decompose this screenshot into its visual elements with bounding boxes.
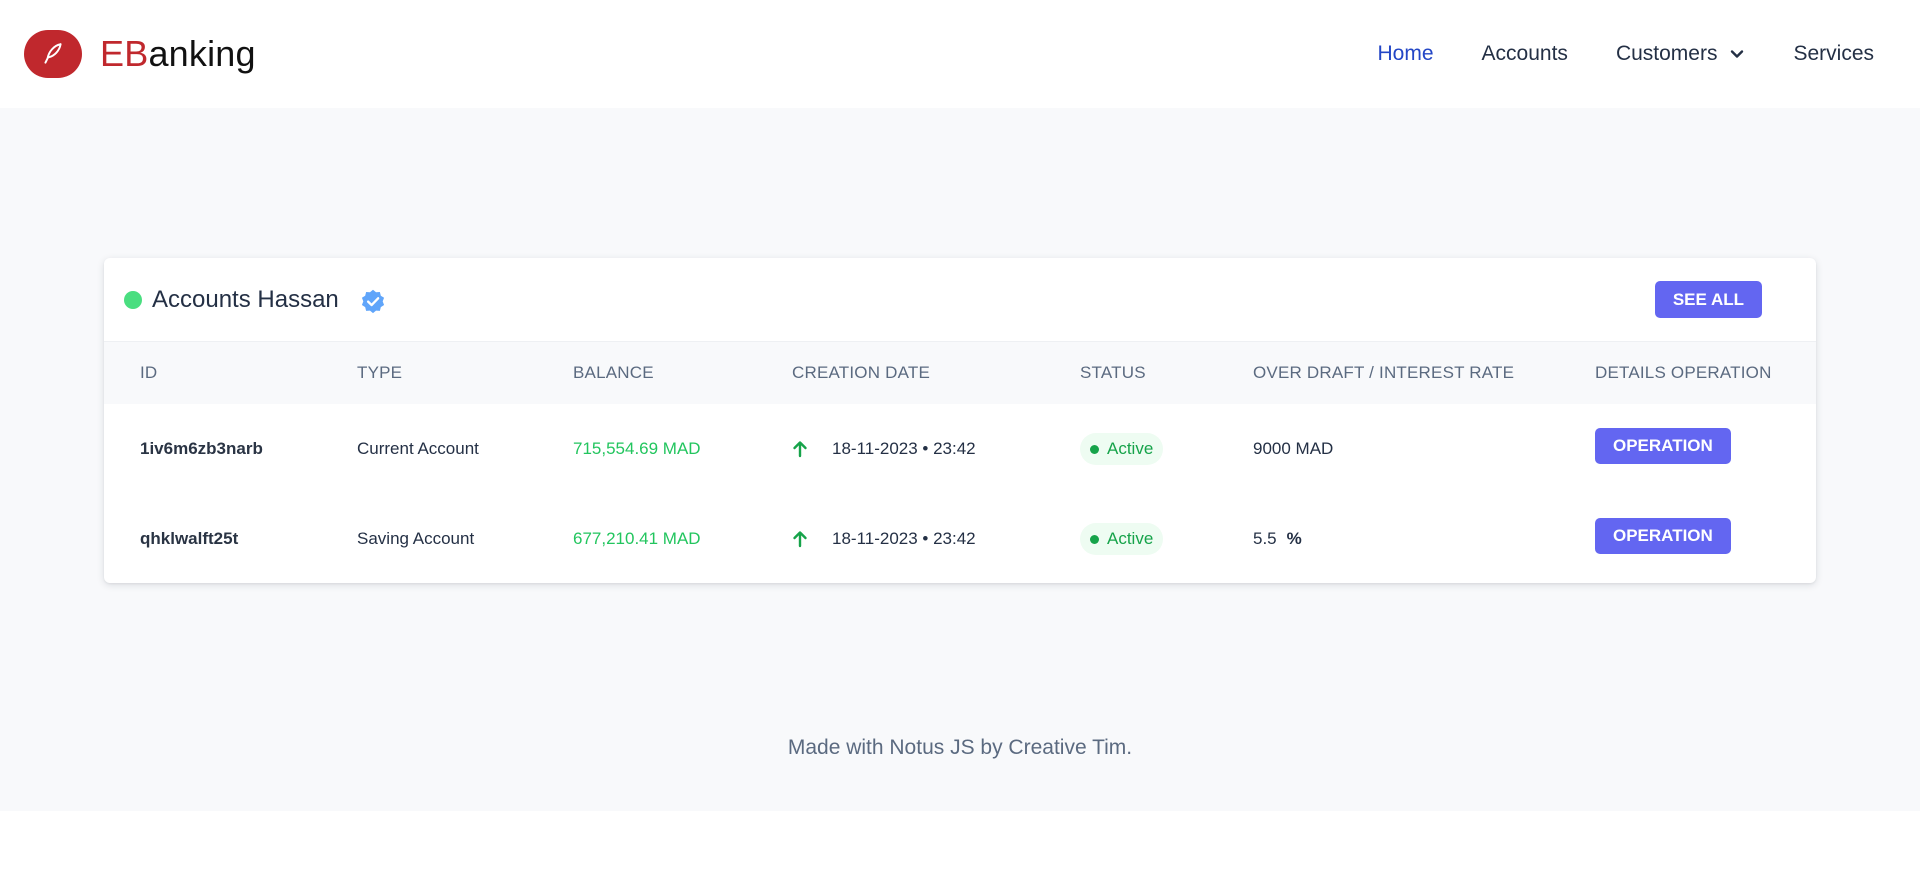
see-all-button[interactable]: SEE ALL: [1654, 281, 1762, 318]
col-header-overdraft-interest: OVER DRAFT / INTEREST RATE: [1253, 363, 1515, 382]
main-content: Accounts Hassan SEE ALL ID TYPE BALANCE …: [0, 108, 1920, 811]
details-cell: OPERATION: [1595, 404, 1816, 494]
interest-rate-unit: %: [1286, 529, 1302, 548]
creation-date: 18-11-2023 • 23:42: [832, 529, 976, 548]
interest-rate-cell: 5.5%: [1253, 494, 1595, 583]
online-status-dot: [124, 290, 142, 309]
account-type: Saving Account: [357, 529, 475, 548]
footer-credit: Made with Notus JS by Creative Tim.: [787, 736, 1133, 759]
status-cell: Active: [1080, 404, 1253, 494]
account-type: Current Account: [357, 439, 479, 458]
account-balance: 715,554.69 MAD: [573, 439, 701, 458]
card-title: Accounts Hassan: [152, 285, 339, 313]
card-header: Accounts Hassan SEE ALL: [104, 258, 1816, 342]
brand-name-rest: anking: [148, 33, 256, 74]
table-row: 1iv6m6zb3narb Current Account 715,554.69…: [104, 404, 1816, 494]
brand-name-accent: EB: [100, 33, 149, 74]
nav-home[interactable]: Home: [1378, 42, 1434, 66]
overdraft-cell: 9000 MAD: [1253, 404, 1595, 494]
nav-customers-label: Customers: [1615, 42, 1718, 65]
account-balance: 677,210.41 MAD: [573, 529, 701, 548]
col-header-balance: BALANCE: [573, 363, 654, 382]
chevron-down-icon: [1729, 46, 1745, 62]
nav-services[interactable]: Services: [1793, 42, 1874, 66]
verified-badge-icon: [359, 288, 387, 316]
details-cell: OPERATION: [1595, 494, 1816, 583]
status-cell: Active: [1080, 494, 1253, 583]
status-dot: [1090, 534, 1099, 544]
accounts-card: Accounts Hassan SEE ALL ID TYPE BALANCE …: [104, 258, 1816, 583]
status-label: Active: [1107, 529, 1154, 548]
col-header-status: STATUS: [1080, 363, 1146, 382]
table-row: qhklwalft25t Saving Account 677,210.41 M…: [104, 494, 1816, 583]
brand-name: EBanking: [100, 33, 256, 75]
status-label: Active: [1107, 439, 1154, 458]
feather-pen-icon: [44, 43, 62, 64]
brand-logo: [24, 30, 82, 78]
col-header-creation-date: CREATION DATE: [792, 363, 930, 382]
col-header-type: TYPE: [357, 363, 403, 382]
brand-link[interactable]: EBanking: [24, 30, 256, 78]
operation-button[interactable]: OPERATION: [1595, 428, 1731, 464]
nav-customers[interactable]: Customers: [1616, 42, 1746, 66]
interest-rate-value: 5.5: [1253, 529, 1277, 548]
creation-date: 18-11-2023 • 23:42: [832, 439, 976, 458]
operation-button[interactable]: OPERATION: [1595, 518, 1731, 554]
account-id: qhklwalft25t: [140, 529, 239, 548]
accounts-table: ID TYPE BALANCE CREATION DATE STATUS OVE…: [104, 342, 1816, 583]
status-badge: Active: [1080, 523, 1164, 555]
main-nav: Home Accounts Customers Services: [1330, 0, 1874, 108]
col-header-details-operation: DETAILS OPERATION: [1595, 363, 1772, 382]
status-badge: Active: [1080, 433, 1164, 465]
status-dot: [1090, 444, 1099, 454]
account-id: 1iv6m6zb3narb: [140, 439, 263, 458]
arrow-up-icon: [792, 440, 808, 458]
navbar: EBanking Home Accounts Customers Service…: [0, 0, 1920, 108]
card-title-group: Accounts Hassan: [124, 284, 387, 316]
nav-accounts[interactable]: Accounts: [1482, 42, 1568, 66]
col-header-id: ID: [140, 363, 158, 382]
arrow-up-icon: [792, 530, 808, 548]
creation-date-cell: 18-11-2023 • 23:42: [792, 494, 1080, 583]
overdraft-value: 9000 MAD: [1253, 439, 1334, 458]
table-header-row: ID TYPE BALANCE CREATION DATE STATUS OVE…: [104, 342, 1816, 404]
creation-date-cell: 18-11-2023 • 23:42: [792, 404, 1080, 494]
